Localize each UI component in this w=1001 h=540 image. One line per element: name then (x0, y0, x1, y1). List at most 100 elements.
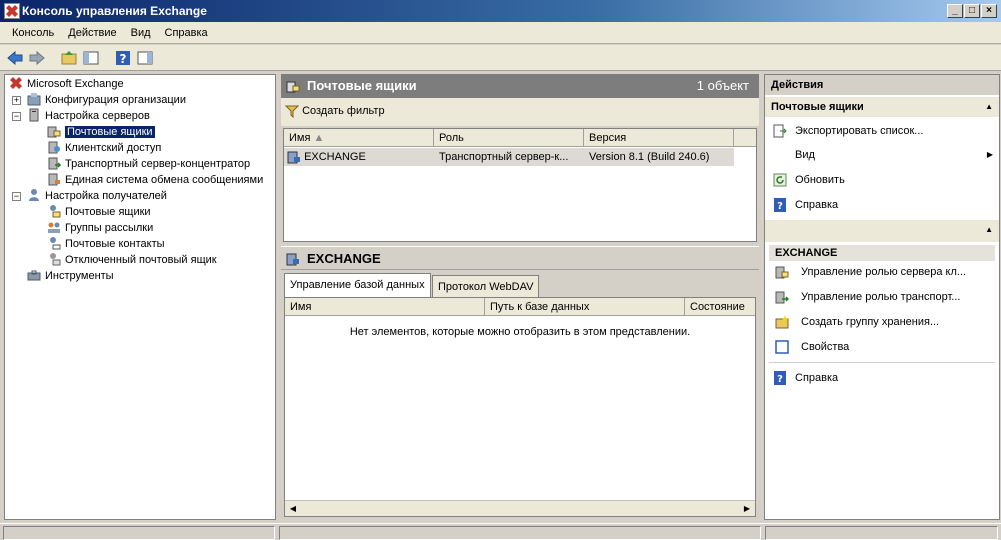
collapse-section-icon[interactable]: ▲ (985, 97, 993, 117)
help-icon: ? (774, 371, 786, 385)
tree-item-mail-contacts[interactable]: Почтовые контакты (47, 236, 165, 252)
status-bar (0, 523, 1001, 540)
table-row[interactable]: EXCHANGE Транспортный сервер-к... Versio… (284, 148, 734, 166)
group-icon (48, 222, 60, 234)
action-refresh[interactable]: Обновить (765, 168, 999, 192)
contact-icon (50, 237, 61, 250)
column-filler (734, 129, 756, 147)
tree-item-disconnected-mailbox[interactable]: Отключенный почтовый ящик (47, 252, 217, 268)
mailbox-server-icon (47, 126, 61, 138)
tree-item-toolbox[interactable]: Инструменты (27, 268, 114, 284)
forward-arrow-icon[interactable] (28, 49, 46, 67)
menu-view[interactable]: Вид (124, 22, 158, 44)
row-role: Транспортный сервер-к... (439, 151, 569, 163)
client-access-icon (48, 141, 60, 154)
exchange-server-icon (286, 253, 299, 266)
maximize-button[interactable]: □ (964, 4, 980, 18)
tree-item-client-access[interactable]: Клиентский доступ (47, 140, 161, 156)
exchange-server-icon (287, 151, 300, 164)
actions-section-exchange: EXCHANGE (769, 245, 995, 261)
actions-section-divider[interactable]: ▲ (765, 220, 999, 242)
close-button[interactable]: × (981, 4, 997, 18)
menu-bar: Консоль Действие Вид Справка (0, 22, 1001, 44)
row-name: EXCHANGE (304, 151, 366, 163)
back-arrow-icon[interactable] (6, 49, 24, 67)
tree-item-server-mailboxes[interactable]: Почтовые ящики (47, 124, 155, 140)
help-icon[interactable]: ? (114, 49, 132, 67)
show-hide-action-pane-icon[interactable] (136, 49, 154, 67)
tree-item-org-config[interactable]: Конфигурация организации (27, 92, 186, 108)
column-db-status[interactable]: Состояние (685, 298, 755, 316)
collapse-recipient-config-button[interactable]: − (12, 192, 21, 201)
menu-console[interactable]: Консоль (5, 22, 61, 44)
show-hide-tree-icon[interactable] (82, 49, 100, 67)
title-bar: Консоль управления Exchange (0, 0, 1001, 22)
result-pane: Почтовые ящики 1 объект Создать фильтр И… (281, 74, 759, 520)
status-cell (3, 526, 275, 540)
action-view[interactable]: Вид ▶ (765, 143, 999, 167)
expand-org-config-button[interactable]: + (12, 96, 21, 105)
svg-text:?: ? (777, 374, 783, 385)
actions-title: Действия (765, 75, 999, 95)
disconnected-mailbox-icon (50, 253, 61, 266)
column-version[interactable]: Версия (584, 129, 734, 147)
scroll-left-icon[interactable]: ◀ (285, 501, 301, 516)
filter-icon (284, 105, 300, 119)
submenu-arrow-icon: ▶ (986, 150, 993, 159)
mailbox-role-icon (775, 266, 789, 279)
exchange-icon (10, 77, 22, 90)
tree-item-recipient-config[interactable]: Настройка получателей (27, 188, 167, 204)
tab-database-management[interactable]: Управление базой данных (284, 273, 431, 297)
export-icon (773, 124, 787, 138)
scroll-right-icon[interactable]: ▶ (739, 501, 755, 516)
action-export-list[interactable]: Экспортировать список... (765, 119, 999, 143)
tab-webdav[interactable]: Протокол WebDAV (432, 275, 540, 297)
detail-header: EXCHANGE (281, 246, 759, 270)
column-db-path[interactable]: Путь к базе данных (485, 298, 685, 316)
column-role[interactable]: Роль (434, 129, 584, 147)
status-cell (765, 526, 998, 540)
action-help[interactable]: ? Справка (765, 193, 999, 217)
tree-item-recipient-mailboxes[interactable]: Почтовые ящики (47, 204, 151, 220)
toolbox-icon (27, 270, 41, 281)
servers-list: Имя ▲ Роль Версия EXCHANGE Транспортный … (283, 128, 757, 242)
minimize-button[interactable]: _ (947, 4, 963, 18)
tree-item-microsoft-exchange[interactable]: Microsoft Exchange (9, 76, 124, 92)
mailbox-server-icon (286, 81, 300, 93)
menu-help[interactable]: Справка (158, 22, 215, 44)
hub-transport-icon (48, 157, 61, 170)
database-list: Имя Путь к базе данных Состояние Нет эле… (284, 297, 756, 517)
result-header: Почтовые ящики 1 объект (281, 74, 759, 98)
new-storage-group-icon (775, 315, 789, 329)
tree-item-hub-transport[interactable]: Транспортный сервер-концентратор (47, 156, 250, 172)
collapse-server-config-button[interactable]: − (12, 112, 21, 121)
collapse-section-icon[interactable]: ▲ (985, 220, 993, 240)
action-properties[interactable]: Свойства (765, 335, 999, 359)
recipient-icon (29, 189, 39, 202)
svg-text:?: ? (120, 52, 127, 66)
help-icon: ? (774, 198, 786, 212)
action-create-storage-group[interactable]: Создать группу хранения... (765, 310, 999, 334)
status-cell (279, 526, 761, 540)
svg-text:?: ? (777, 201, 783, 212)
object-count: 1 объект (696, 78, 749, 93)
actions-pane: Действия Почтовые ящики ▲ Экспортировать… (764, 74, 1000, 520)
up-folder-icon[interactable] (60, 49, 78, 67)
create-filter-button[interactable]: Создать фильтр (284, 102, 385, 120)
tree-item-server-config[interactable]: Настройка серверов (27, 108, 150, 124)
user-mailbox-icon (50, 205, 61, 218)
window-title: Консоль управления Exchange (22, 4, 207, 18)
actions-section-mailboxes[interactable]: Почтовые ящики ▲ (765, 97, 999, 117)
tree-item-unified-messaging[interactable]: Единая система обмена сообщениями (47, 172, 263, 188)
action-manage-mailbox-role[interactable]: Управление ролью сервера кл... (765, 260, 999, 284)
section-divider (769, 362, 995, 363)
menu-action[interactable]: Действие (61, 22, 123, 44)
action-manage-transport-role[interactable]: Управление ролью транспорт... (765, 285, 999, 309)
detail-title: EXCHANGE (307, 251, 381, 266)
column-name[interactable]: Имя ▲ (284, 129, 434, 147)
action-help-exchange[interactable]: ? Справка (765, 366, 999, 390)
empty-message: Нет элементов, которые можно отобразить … (349, 326, 691, 338)
tree-item-distribution-groups[interactable]: Группы рассылки (47, 220, 153, 236)
horizontal-scrollbar[interactable]: ◀ ▶ (285, 500, 755, 516)
column-db-name[interactable]: Имя (285, 298, 485, 316)
